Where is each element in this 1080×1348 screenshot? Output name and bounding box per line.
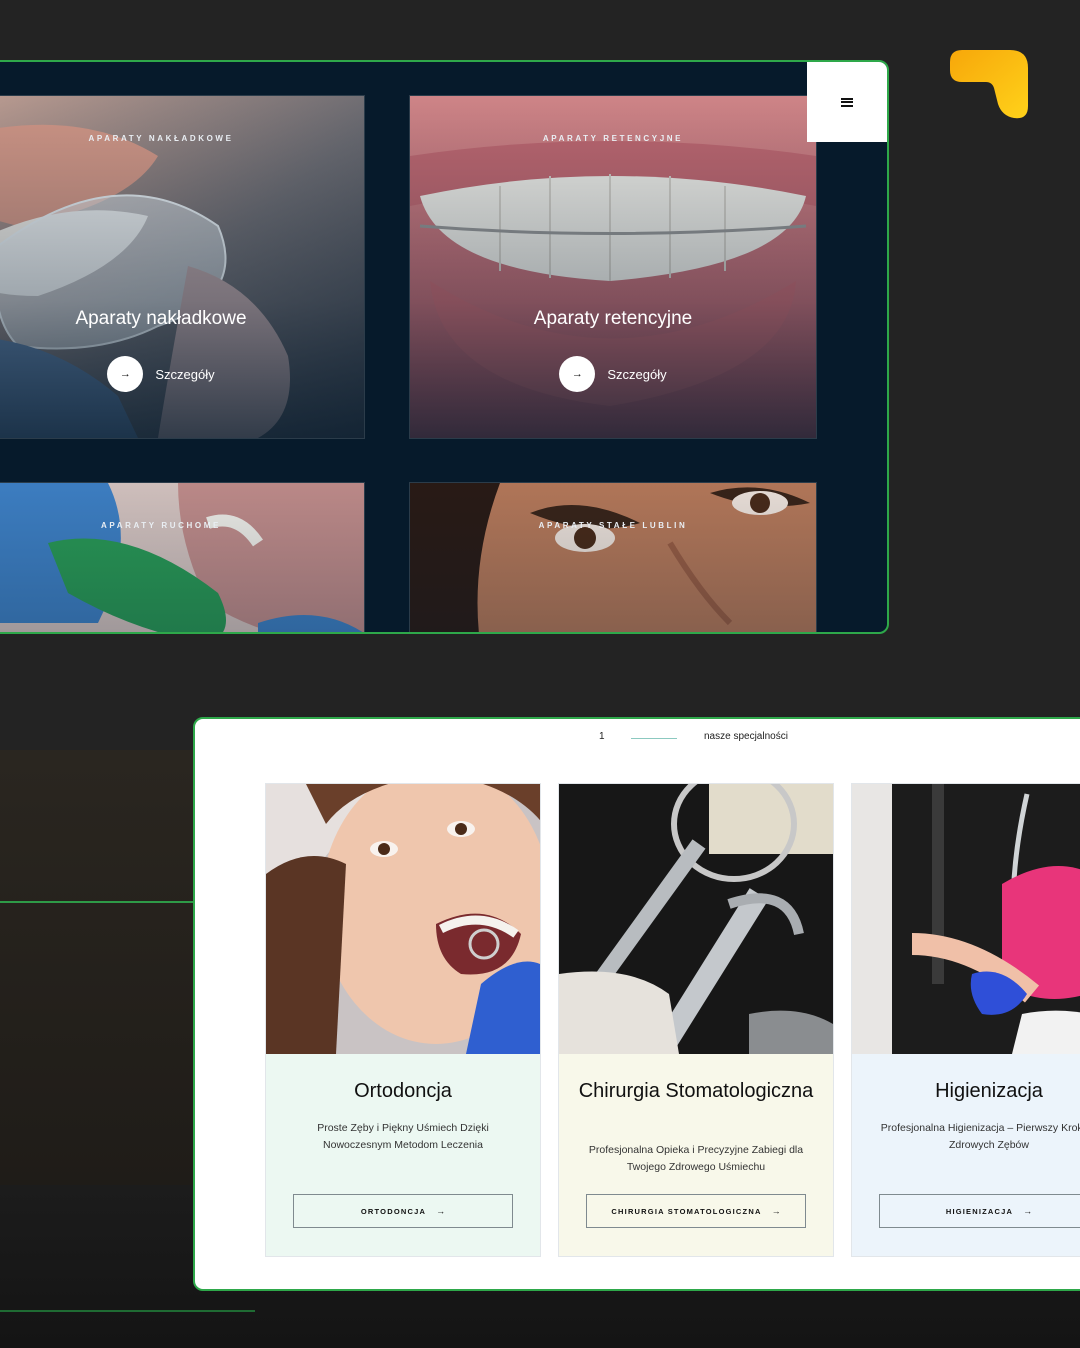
specialty-title: Ortodoncja xyxy=(354,1080,452,1102)
section-header: 1 nasze specjalności xyxy=(195,731,1080,747)
arrow-right-icon: → xyxy=(771,1206,781,1216)
card-kicker: APARATY RETENCYJNE xyxy=(542,134,684,143)
specialty-card-chirurgia[interactable]: Chirurgia Stomatologiczna Profesjonalna … xyxy=(558,783,834,1257)
card-kicker: APARATY NAKŁADKOWE xyxy=(88,134,234,143)
specialty-description: Profesjonalna Higienizacja – Pierwszy Kr… xyxy=(880,1122,1080,1151)
card-title: Aparaty nakładkowe xyxy=(75,308,247,329)
offer-card-aparaty-ruchome[interactable]: APARATY RUCHOME xyxy=(0,482,365,632)
arrow-right-icon[interactable]: → xyxy=(559,356,596,392)
specialty-card-higienizacja[interactable]: Higienizacja Profesjonalna Higienizacja … xyxy=(851,783,1080,1257)
arrow-right-icon: → xyxy=(1023,1206,1033,1216)
section-label: nasze specjalności xyxy=(704,731,788,742)
specialty-title: Higienizacja xyxy=(935,1080,1043,1102)
specialty-body: Chirurgia Stomatologiczna Profesjonalna … xyxy=(559,1054,833,1256)
specialty-body: Higienizacja Profesjonalna Higienizacja … xyxy=(852,1054,1080,1256)
specialty-body: Ortodoncja Proste Zęby i Piękny Uśmiech … xyxy=(266,1054,540,1256)
specialty-description: Proste Zęby i Piękny Uśmiech Dzięki Nowo… xyxy=(317,1122,489,1151)
decorative-line xyxy=(0,901,200,903)
menu-button[interactable] xyxy=(807,62,887,142)
specialties-panel: 1 nasze specjalności Ortodoncja Proste Z… xyxy=(193,717,1080,1291)
card-kicker: APARATY STAŁE LUBLIN xyxy=(538,521,688,530)
photo-hygienist xyxy=(852,784,1080,1054)
ortodoncja-button[interactable]: ORTODONCJA → xyxy=(293,1194,513,1228)
specialty-card-ortodoncja[interactable]: Ortodoncja Proste Zęby i Piękny Uśmiech … xyxy=(265,783,541,1257)
arrow-right-icon[interactable]: → xyxy=(107,356,144,392)
section-number: 1 xyxy=(599,731,605,742)
offer-card-aparaty-retencyjne[interactable]: APARATY RETENCYJNE Aparaty retencyjne → … xyxy=(409,95,817,439)
photo-dental-tools xyxy=(559,784,833,1054)
brand-logo-icon xyxy=(950,50,1028,119)
card-title: Aparaty retencyjne xyxy=(533,308,693,329)
button-label[interactable]: ORTODONCJA xyxy=(361,1207,426,1216)
card-kicker: APARATY RUCHOME xyxy=(101,521,221,530)
specialty-description: Profesjonalna Opieka i Precyzyjne Zabieg… xyxy=(588,1144,804,1173)
offer-card-aparaty-nakladkowe[interactable]: APARATY NAKŁADKOWE Aparaty nakładkowe → … xyxy=(0,95,365,439)
details-link[interactable]: → Szczegóły xyxy=(410,356,816,392)
hamburger-menu-icon xyxy=(841,97,853,107)
higienizacja-button[interactable]: HIGIENIZACJA → xyxy=(879,1194,1080,1228)
background-block xyxy=(0,750,200,1185)
details-label[interactable]: Szczegóły xyxy=(155,367,214,382)
offers-panel: APARATY NAKŁADKOWE Aparaty nakładkowe → … xyxy=(0,60,889,634)
details-label[interactable]: Szczegóły xyxy=(607,367,666,382)
button-label[interactable]: HIGIENIZACJA xyxy=(946,1207,1013,1216)
section-divider xyxy=(631,738,677,739)
photo-girl-braces xyxy=(266,784,540,1054)
offer-card-aparaty-stale-lublin[interactable]: APARATY STAŁE LUBLIN xyxy=(409,482,817,632)
button-label[interactable]: CHIRURGIA STOMATOLOGICZNA xyxy=(611,1207,761,1216)
specialty-title: Chirurgia Stomatologiczna xyxy=(578,1080,814,1102)
details-link[interactable]: → Szczegóły xyxy=(0,356,364,392)
decorative-line-bottom xyxy=(0,1310,255,1312)
chirurgia-button[interactable]: CHIRURGIA STOMATOLOGICZNA → xyxy=(586,1194,806,1228)
arrow-right-icon: → xyxy=(436,1206,446,1216)
